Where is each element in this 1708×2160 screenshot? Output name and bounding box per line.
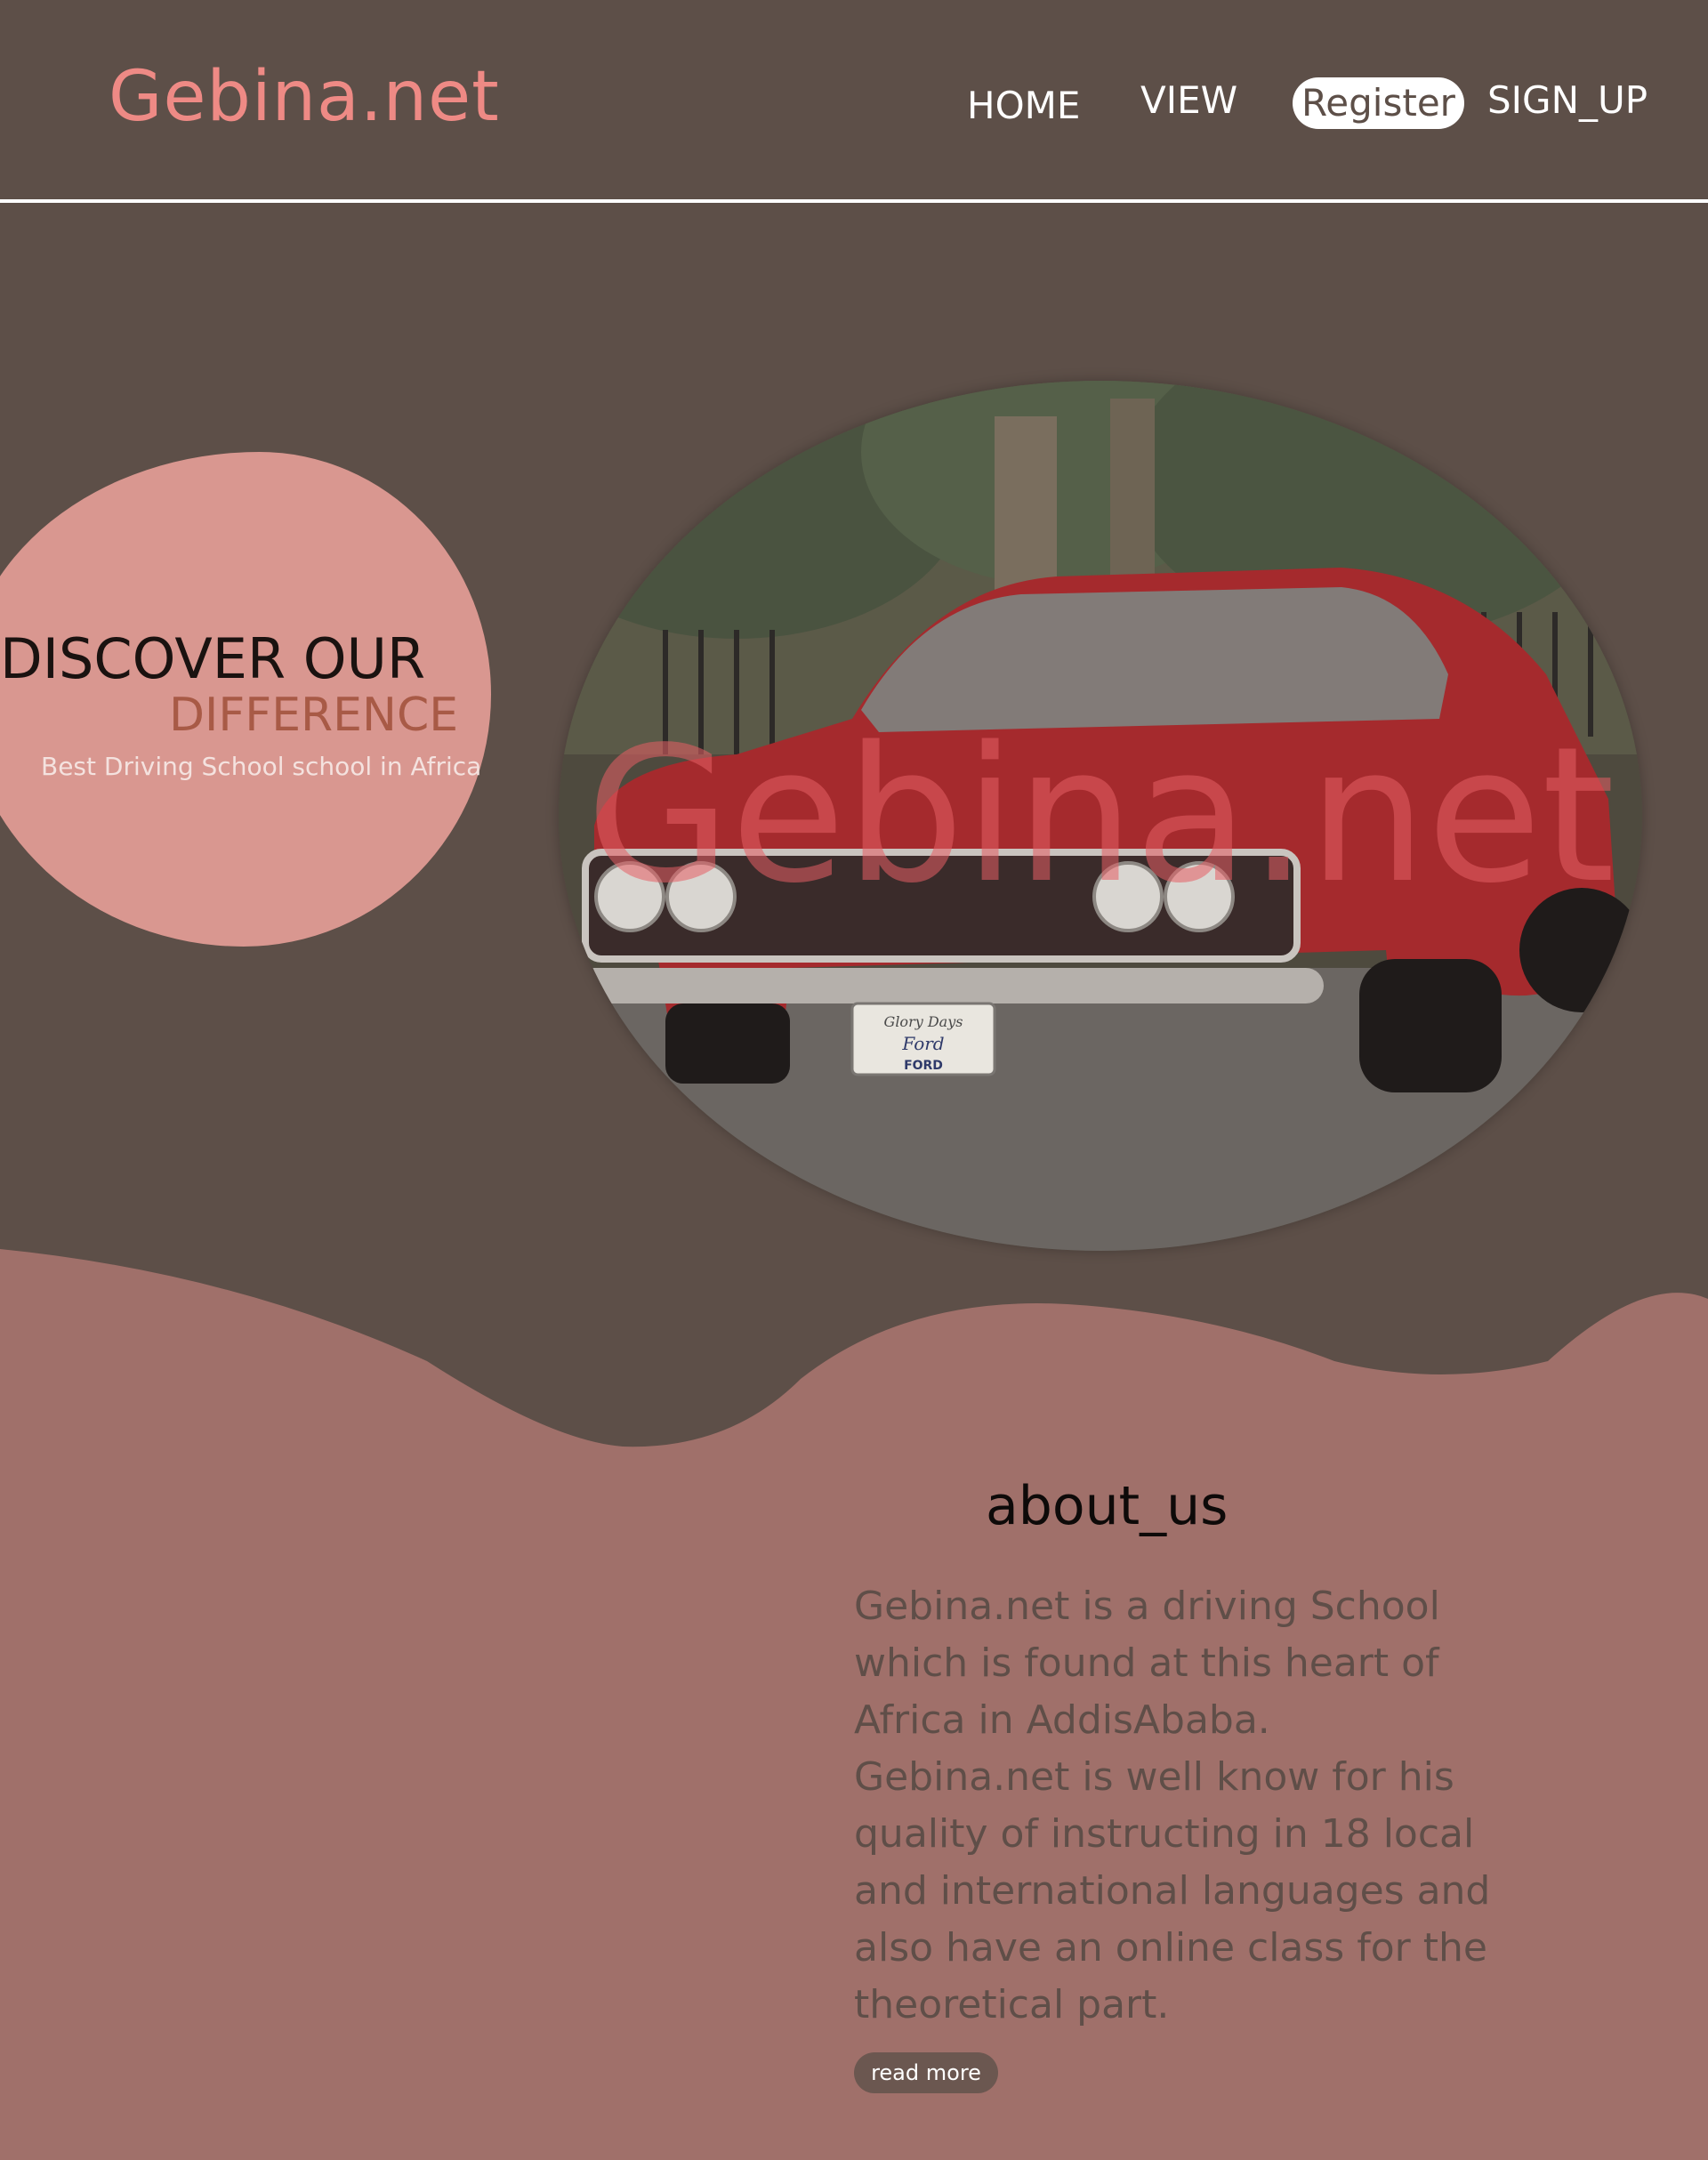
hero-subtitle: Best Driving School school in Africa (41, 752, 482, 781)
site-header: Gebina.net HOME VIEW Register SIGN_UP (0, 0, 1708, 203)
nav-view-link[interactable]: VIEW (1140, 78, 1237, 122)
nav-home-link[interactable]: HOME (967, 84, 1080, 127)
hero-title-line2: DIFFERENCE (169, 689, 459, 742)
svg-text:FORD: FORD (904, 1059, 943, 1073)
read-more-button[interactable]: read more (854, 2052, 998, 2093)
about-body: Gebina.net is a driving School which is … (854, 1584, 1491, 2027)
hero-title-line1: DISCOVER OUR (0, 626, 426, 691)
car-illustration: Glory Days Ford FORD (559, 381, 1642, 1251)
nav-register-button[interactable]: Register (1293, 77, 1464, 129)
hero-car-image: Glory Days Ford FORD Gebina.net (559, 381, 1642, 1251)
svg-text:Ford: Ford (901, 1033, 944, 1054)
nav-signup-link[interactable]: SIGN_UP (1487, 78, 1648, 122)
svg-text:Glory Days: Glory Days (884, 1013, 963, 1030)
main-nav: HOME VIEW Register SIGN_UP (0, 75, 1708, 137)
about-title: about_us (986, 1475, 1229, 1537)
